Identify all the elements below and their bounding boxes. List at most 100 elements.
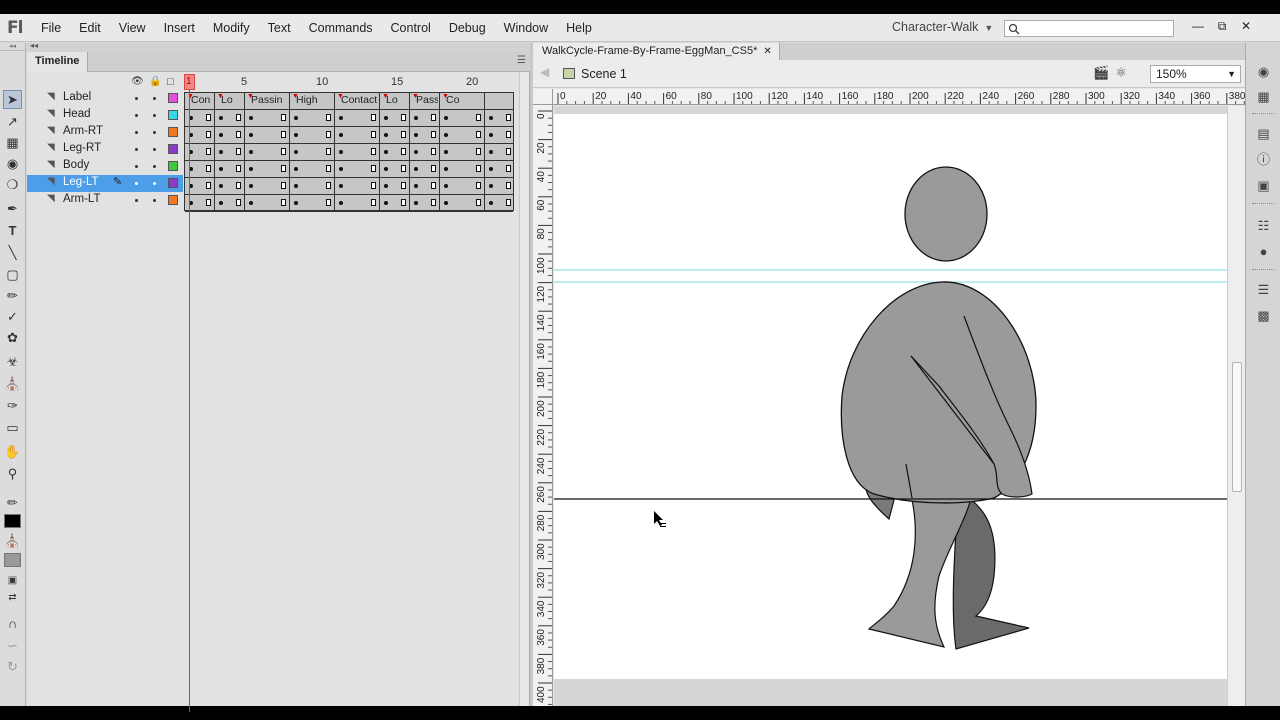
keyframe[interactable] (294, 150, 298, 154)
frame-grid[interactable]: ▼Con▼Lo▼Passin▼High▼Contact-Reve▼Lo▼Pass… (184, 92, 514, 212)
eyedropper-tool-icon[interactable]: ✑ (3, 396, 22, 415)
end-frame[interactable] (326, 114, 331, 121)
layer-outline-color[interactable] (168, 144, 178, 154)
lock-icon[interactable]: 🔒 (149, 76, 161, 87)
lock-dot[interactable] (153, 114, 156, 117)
keyframe[interactable] (249, 150, 253, 154)
layer-outline-color[interactable] (168, 178, 178, 188)
layer-outline-color[interactable] (168, 161, 178, 171)
layer-name[interactable]: Head (63, 108, 91, 120)
visibility-dot[interactable] (135, 182, 138, 185)
workspace-switcher[interactable]: Character-Walk ▼ (892, 20, 993, 34)
smooth-icon[interactable]: ∽ (3, 636, 22, 655)
layer-name[interactable]: Leg-RT (63, 142, 101, 154)
end-frame[interactable] (371, 131, 376, 138)
end-frame[interactable] (206, 199, 211, 206)
deco-tool-icon[interactable]: ✿ (3, 328, 22, 347)
end-frame[interactable] (326, 148, 331, 155)
layer-row[interactable]: ◥ Body (27, 158, 183, 175)
menu-insert[interactable]: Insert (155, 14, 204, 42)
keyframe[interactable] (219, 201, 223, 205)
visibility-dot[interactable] (135, 97, 138, 100)
lasso-tool-icon[interactable]: ❍ (3, 175, 22, 194)
edit-symbols-icon[interactable]: ⚛ (1115, 65, 1127, 81)
end-frame[interactable] (236, 165, 241, 172)
frame-row[interactable] (185, 127, 513, 144)
edit-scene-icon[interactable]: 🎬 (1093, 65, 1109, 81)
timeline-scrollbar[interactable] (519, 72, 529, 706)
visibility-dot[interactable] (135, 165, 138, 168)
swap-colors-icon[interactable]: ⇄ (3, 588, 22, 607)
layer-row[interactable]: ◥ Arm-LT (27, 192, 183, 209)
keyframe[interactable] (414, 150, 418, 154)
layer-name[interactable]: Label (63, 91, 91, 103)
layer-outline-color[interactable] (168, 195, 178, 205)
end-frame[interactable] (506, 182, 511, 189)
end-frame[interactable] (236, 131, 241, 138)
keyframe[interactable] (339, 133, 343, 137)
collapse-icon[interactable]: ◂◂ (30, 41, 38, 50)
selection-tool-icon[interactable]: ➤ (3, 90, 22, 109)
end-frame[interactable] (236, 182, 241, 189)
swatches-panel-icon[interactable]: ▦ (1255, 88, 1272, 105)
paint-bucket-tool-icon[interactable]: ⛪ (3, 374, 22, 393)
layer-outline-color[interactable] (168, 127, 178, 137)
end-frame[interactable] (371, 148, 376, 155)
keyframe[interactable] (414, 167, 418, 171)
keyframe[interactable] (249, 184, 253, 188)
end-frame[interactable] (506, 148, 511, 155)
end-frame[interactable] (371, 199, 376, 206)
frame-row[interactable] (185, 195, 513, 212)
menu-debug[interactable]: Debug (440, 14, 495, 42)
head[interactable] (904, 166, 988, 262)
end-frame[interactable] (371, 182, 376, 189)
keyframe[interactable] (489, 150, 493, 154)
lock-dot[interactable] (153, 148, 156, 151)
keyframe[interactable] (249, 201, 253, 205)
keyframe[interactable] (249, 167, 253, 171)
keyframe[interactable] (219, 116, 223, 120)
subselection-tool-icon[interactable]: ↗ (3, 112, 22, 131)
frame-row[interactable]: ▼Con▼Lo▼Passin▼High▼Contact-Reve▼Lo▼Pass… (185, 93, 513, 110)
end-frame[interactable] (281, 131, 286, 138)
end-frame[interactable] (326, 199, 331, 206)
end-frame[interactable] (506, 114, 511, 121)
end-frame[interactable] (401, 114, 406, 121)
end-frame[interactable] (281, 199, 286, 206)
end-frame[interactable] (476, 199, 481, 206)
keyframe[interactable] (414, 133, 418, 137)
keyframe[interactable] (384, 116, 388, 120)
keyframe[interactable] (339, 150, 343, 154)
end-frame[interactable] (431, 114, 436, 121)
lock-dot[interactable] (153, 199, 156, 202)
layer-row[interactable]: ◥ Label (27, 90, 183, 107)
end-frame[interactable] (401, 199, 406, 206)
transform-panel-icon[interactable]: ▣ (1255, 177, 1272, 194)
bone-tool-icon[interactable]: ☣ (3, 352, 22, 371)
end-frame[interactable] (476, 182, 481, 189)
end-frame[interactable] (431, 148, 436, 155)
end-frame[interactable] (401, 148, 406, 155)
layer-outline-color[interactable] (168, 110, 178, 120)
end-frame[interactable] (431, 131, 436, 138)
end-frame[interactable] (206, 148, 211, 155)
stroke-color-swatch[interactable] (4, 514, 21, 528)
rectangle-tool-icon[interactable]: ▢ (3, 265, 22, 284)
close-tab-icon[interactable]: ✕ (763, 46, 771, 57)
layer-name[interactable]: Body (63, 159, 89, 171)
layer-row[interactable]: ◥ Arm-RT (27, 124, 183, 141)
keyframe[interactable] (414, 116, 418, 120)
keyframe[interactable] (384, 150, 388, 154)
keyframe[interactable] (294, 133, 298, 137)
end-frame[interactable] (506, 131, 511, 138)
hand-tool-icon[interactable]: ✋ (3, 442, 22, 461)
keyframe[interactable] (339, 201, 343, 205)
visibility-dot[interactable] (135, 199, 138, 202)
restore-icon[interactable]: ⧉ (1210, 16, 1234, 36)
end-frame[interactable] (371, 165, 376, 172)
keyframe[interactable] (489, 167, 493, 171)
keyframe[interactable] (444, 184, 448, 188)
end-frame[interactable] (401, 182, 406, 189)
stage-pasteboard[interactable] (554, 106, 1227, 706)
keyframe[interactable] (384, 167, 388, 171)
